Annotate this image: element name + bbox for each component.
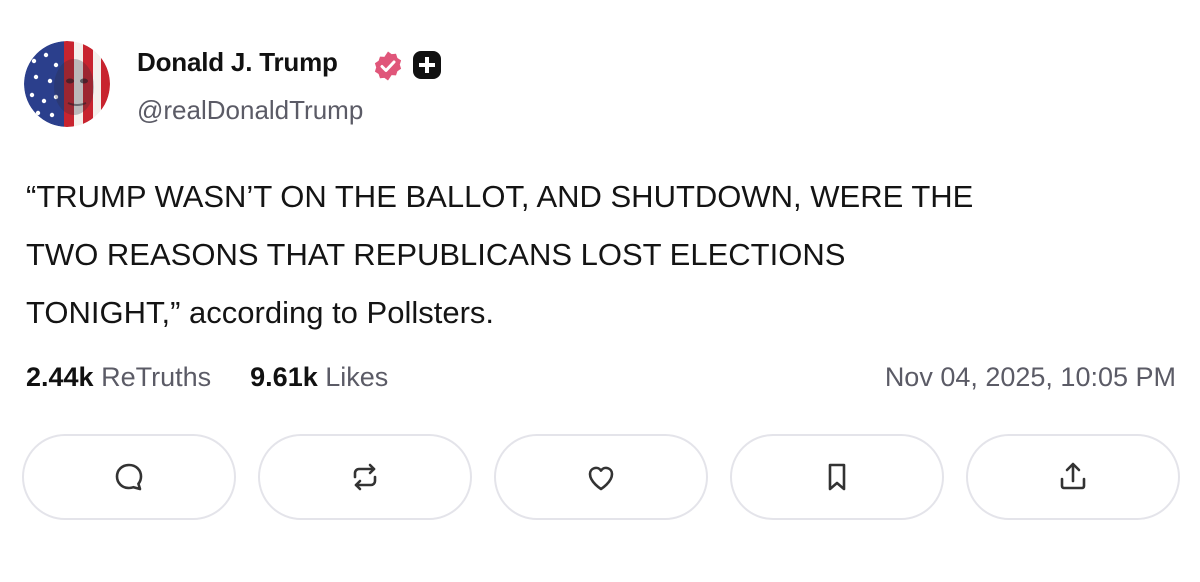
post-stats: 2.44k ReTruths 9.61k Likes bbox=[26, 362, 388, 393]
bookmark-icon bbox=[828, 463, 846, 491]
post-text-line: TONIGHT,” according to Pollsters. bbox=[26, 295, 495, 330]
post-timestamp: Nov 04, 2025, 10:05 PM bbox=[884, 362, 1176, 392]
retruth-button[interactable] bbox=[258, 434, 472, 520]
heart-icon bbox=[588, 466, 614, 491]
post-text-line: “TRUMP WASN’T ON THE BALLOT, AND SHUTDOW… bbox=[26, 179, 974, 214]
bookmark-button[interactable] bbox=[730, 434, 944, 520]
post-card: Donald J. Trump @realDonaldTrump “TRUMP … bbox=[0, 0, 1200, 582]
reply-button[interactable] bbox=[22, 434, 236, 520]
likes-count: 9.61k bbox=[250, 362, 318, 392]
retruths-label: ReTruths bbox=[101, 362, 212, 392]
author-handle[interactable]: @realDonaldTrump bbox=[137, 95, 363, 126]
avatar[interactable] bbox=[24, 41, 110, 127]
post-text: “TRUMP WASN’T ON THE BALLOT, AND SHUTDOW… bbox=[26, 168, 1186, 342]
retruths-stat[interactable]: 2.44k ReTruths bbox=[26, 362, 219, 392]
share-icon bbox=[1060, 462, 1086, 490]
comment-icon bbox=[115, 463, 143, 491]
verified-badge-icon bbox=[374, 51, 402, 81]
share-button[interactable] bbox=[966, 434, 1180, 520]
action-bar bbox=[22, 434, 1182, 524]
plus-badge-icon bbox=[413, 51, 441, 79]
author-name[interactable]: Donald J. Trump bbox=[137, 47, 338, 78]
retruths-count: 2.44k bbox=[26, 362, 94, 392]
post-text-line: TWO REASONS THAT REPUBLICANS LOST ELECTI… bbox=[26, 237, 846, 272]
repost-icon bbox=[353, 463, 377, 491]
like-button[interactable] bbox=[494, 434, 708, 520]
likes-stat[interactable]: 9.61k Likes bbox=[243, 362, 389, 392]
likes-label: Likes bbox=[325, 362, 389, 392]
